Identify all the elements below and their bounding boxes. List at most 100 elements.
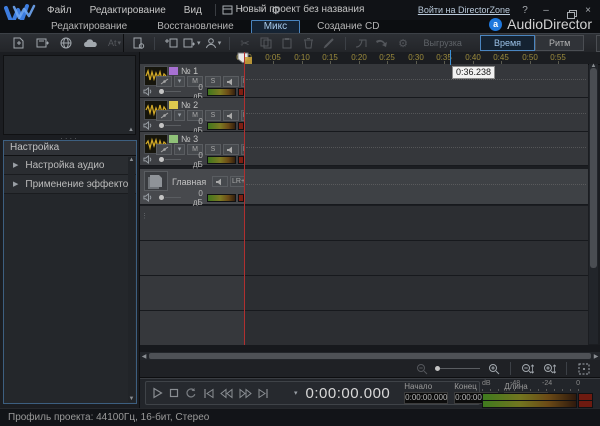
tab-restore[interactable]: Восстановление xyxy=(144,20,247,34)
fast-forward-button[interactable] xyxy=(239,387,252,400)
minimize-button[interactable]: – xyxy=(540,5,552,16)
empty-lane[interactable] xyxy=(244,206,588,240)
zoom-in-icon[interactable] xyxy=(485,361,502,376)
tab-create-cd[interactable]: Создание CD xyxy=(304,20,392,34)
close-button[interactable]: × xyxy=(582,5,594,16)
clip-indicator[interactable] xyxy=(578,400,593,408)
track-color-swatch[interactable] xyxy=(169,135,178,143)
tab-mix[interactable]: Микс xyxy=(251,20,300,34)
copy-icon[interactable] xyxy=(258,36,275,51)
cloud-icon[interactable] xyxy=(82,36,99,51)
vertical-zoom-in-icon[interactable] xyxy=(541,361,558,376)
empty-track-row[interactable] xyxy=(140,241,588,276)
vertical-scrollbar[interactable]: ▲ xyxy=(589,64,598,344)
downmix-icon[interactable] xyxy=(374,36,391,51)
record-source-icon[interactable]: ▾ xyxy=(205,36,222,51)
left-panel: ▲ ···· Настройка ▶ Настройка аудио ▶ При… xyxy=(0,52,140,408)
zoom-out-icon[interactable] xyxy=(413,361,430,376)
delete-icon[interactable] xyxy=(300,36,317,51)
track-lane-1[interactable] xyxy=(244,64,588,97)
paste-icon[interactable] xyxy=(279,36,296,51)
track-lane-2[interactable] xyxy=(244,98,588,131)
directorzone-signin-link[interactable]: Войти на DirectorZone xyxy=(418,5,510,15)
mixer-panel-button[interactable] xyxy=(596,35,600,52)
add-track-icon[interactable] xyxy=(162,36,179,51)
import-media-icon[interactable] xyxy=(10,36,27,51)
loop-button[interactable] xyxy=(185,387,197,400)
chevron-down-icon: ▾ xyxy=(218,39,222,47)
empty-track-row[interactable]: ⋮ xyxy=(140,206,588,241)
horizontal-scrollbar[interactable]: ◀ ▶ xyxy=(140,352,600,360)
settings-item-audio[interactable]: ▶ Настройка аудио xyxy=(4,156,136,175)
envelope-line[interactable] xyxy=(246,113,586,114)
zoom-slider[interactable] xyxy=(435,366,480,371)
upload-button[interactable]: Выгрузка xyxy=(416,37,470,49)
insert-audio-icon[interactable]: ▾ xyxy=(183,36,201,51)
cut-icon[interactable]: ✂ xyxy=(237,36,254,51)
volume-db-value: 0 дБ xyxy=(186,151,203,169)
volume-slider[interactable] xyxy=(159,195,164,200)
file-settings-icon[interactable] xyxy=(130,36,147,51)
toolbar: At▾ ▾ ▾ ✂ xyxy=(0,33,600,53)
help-button[interactable]: ? xyxy=(519,5,531,16)
track-name[interactable]: № 3 xyxy=(181,134,198,144)
track-header-1[interactable]: № 1 ▾ M S LR+ 0 дБ xyxy=(140,64,244,97)
empty-lane[interactable] xyxy=(244,311,588,345)
track-name[interactable]: № 1 xyxy=(181,66,198,76)
level-meter xyxy=(207,88,237,96)
track-header-2[interactable]: № 2 ▾ M S LR+ 0 дБ xyxy=(140,98,244,131)
media-library-list[interactable]: ▲ xyxy=(3,55,136,135)
volume-speaker-icon xyxy=(143,87,153,96)
crossfade-icon[interactable] xyxy=(353,36,370,51)
scroll-up-icon[interactable]: ▲ xyxy=(128,127,134,133)
scroll-left-icon[interactable]: ◀ xyxy=(140,353,148,360)
tab-edit[interactable]: Редактирование xyxy=(38,20,140,34)
menu-edit[interactable]: Редактирование xyxy=(81,5,175,16)
fit-to-window-icon[interactable] xyxy=(575,361,592,376)
volume-slider[interactable] xyxy=(159,123,164,128)
track-header-3[interactable]: № 3 ▾ M S LR+ 0 дБ xyxy=(140,132,244,165)
output-speaker-button[interactable] xyxy=(212,176,228,187)
empty-track-row[interactable] xyxy=(140,311,588,346)
time-mode-button[interactable]: Время xyxy=(480,35,535,51)
directorzone-download-icon[interactable] xyxy=(58,36,75,51)
go-to-start-button[interactable] xyxy=(203,387,214,400)
import-to-library-icon[interactable] xyxy=(34,36,51,51)
envelope-line[interactable] xyxy=(246,147,586,148)
pencil-icon[interactable] xyxy=(321,36,338,51)
master-track-name[interactable]: Главная xyxy=(172,177,206,187)
menu-file[interactable]: Файл xyxy=(38,5,81,16)
go-to-end-button[interactable] xyxy=(258,387,269,400)
scroll-down-icon[interactable]: ▼ xyxy=(128,396,135,402)
volume-slider[interactable] xyxy=(159,157,164,162)
track-lane-3[interactable] xyxy=(244,132,588,165)
horizontal-scroll-thumb[interactable] xyxy=(149,353,591,359)
rewind-button[interactable] xyxy=(220,387,233,400)
library-sort-button[interactable]: At▾ xyxy=(106,36,123,51)
master-track-lane[interactable] xyxy=(244,169,588,204)
scroll-right-icon[interactable]: ▶ xyxy=(592,353,600,360)
settings-item-effects[interactable]: ▶ Применение эффектов xyxy=(4,175,136,194)
beat-mode-button[interactable]: Ритм xyxy=(535,35,584,51)
settings-gear-icon[interactable]: ⚙ xyxy=(395,36,412,51)
envelope-line[interactable] xyxy=(246,184,586,185)
scroll-up-icon[interactable]: ▲ xyxy=(128,157,135,163)
empty-track-row[interactable] xyxy=(140,276,588,311)
vertical-scroll-thumb[interactable] xyxy=(590,68,597,268)
playhead-line[interactable] xyxy=(244,52,245,345)
empty-lane[interactable] xyxy=(244,276,588,310)
envelope-line[interactable] xyxy=(246,79,586,80)
empty-lane[interactable] xyxy=(244,241,588,275)
track-name[interactable]: № 2 xyxy=(181,100,198,110)
stop-button[interactable] xyxy=(169,387,179,400)
row-drag-handle[interactable]: ⋮ xyxy=(141,214,148,219)
settings-scrollbar[interactable]: ▲ ▼ xyxy=(128,157,135,402)
vertical-zoom-out-icon[interactable] xyxy=(519,361,536,376)
master-track-header[interactable]: Главная LR+ 0 дБ xyxy=(140,169,244,204)
volume-slider[interactable] xyxy=(159,89,164,94)
record-options-dropdown[interactable]: ▾ xyxy=(294,389,298,397)
track-color-swatch[interactable] xyxy=(169,101,178,109)
start-time-field[interactable]: 0:00:00.000 xyxy=(404,392,448,404)
play-button[interactable] xyxy=(152,387,163,400)
track-color-swatch[interactable] xyxy=(169,67,178,75)
